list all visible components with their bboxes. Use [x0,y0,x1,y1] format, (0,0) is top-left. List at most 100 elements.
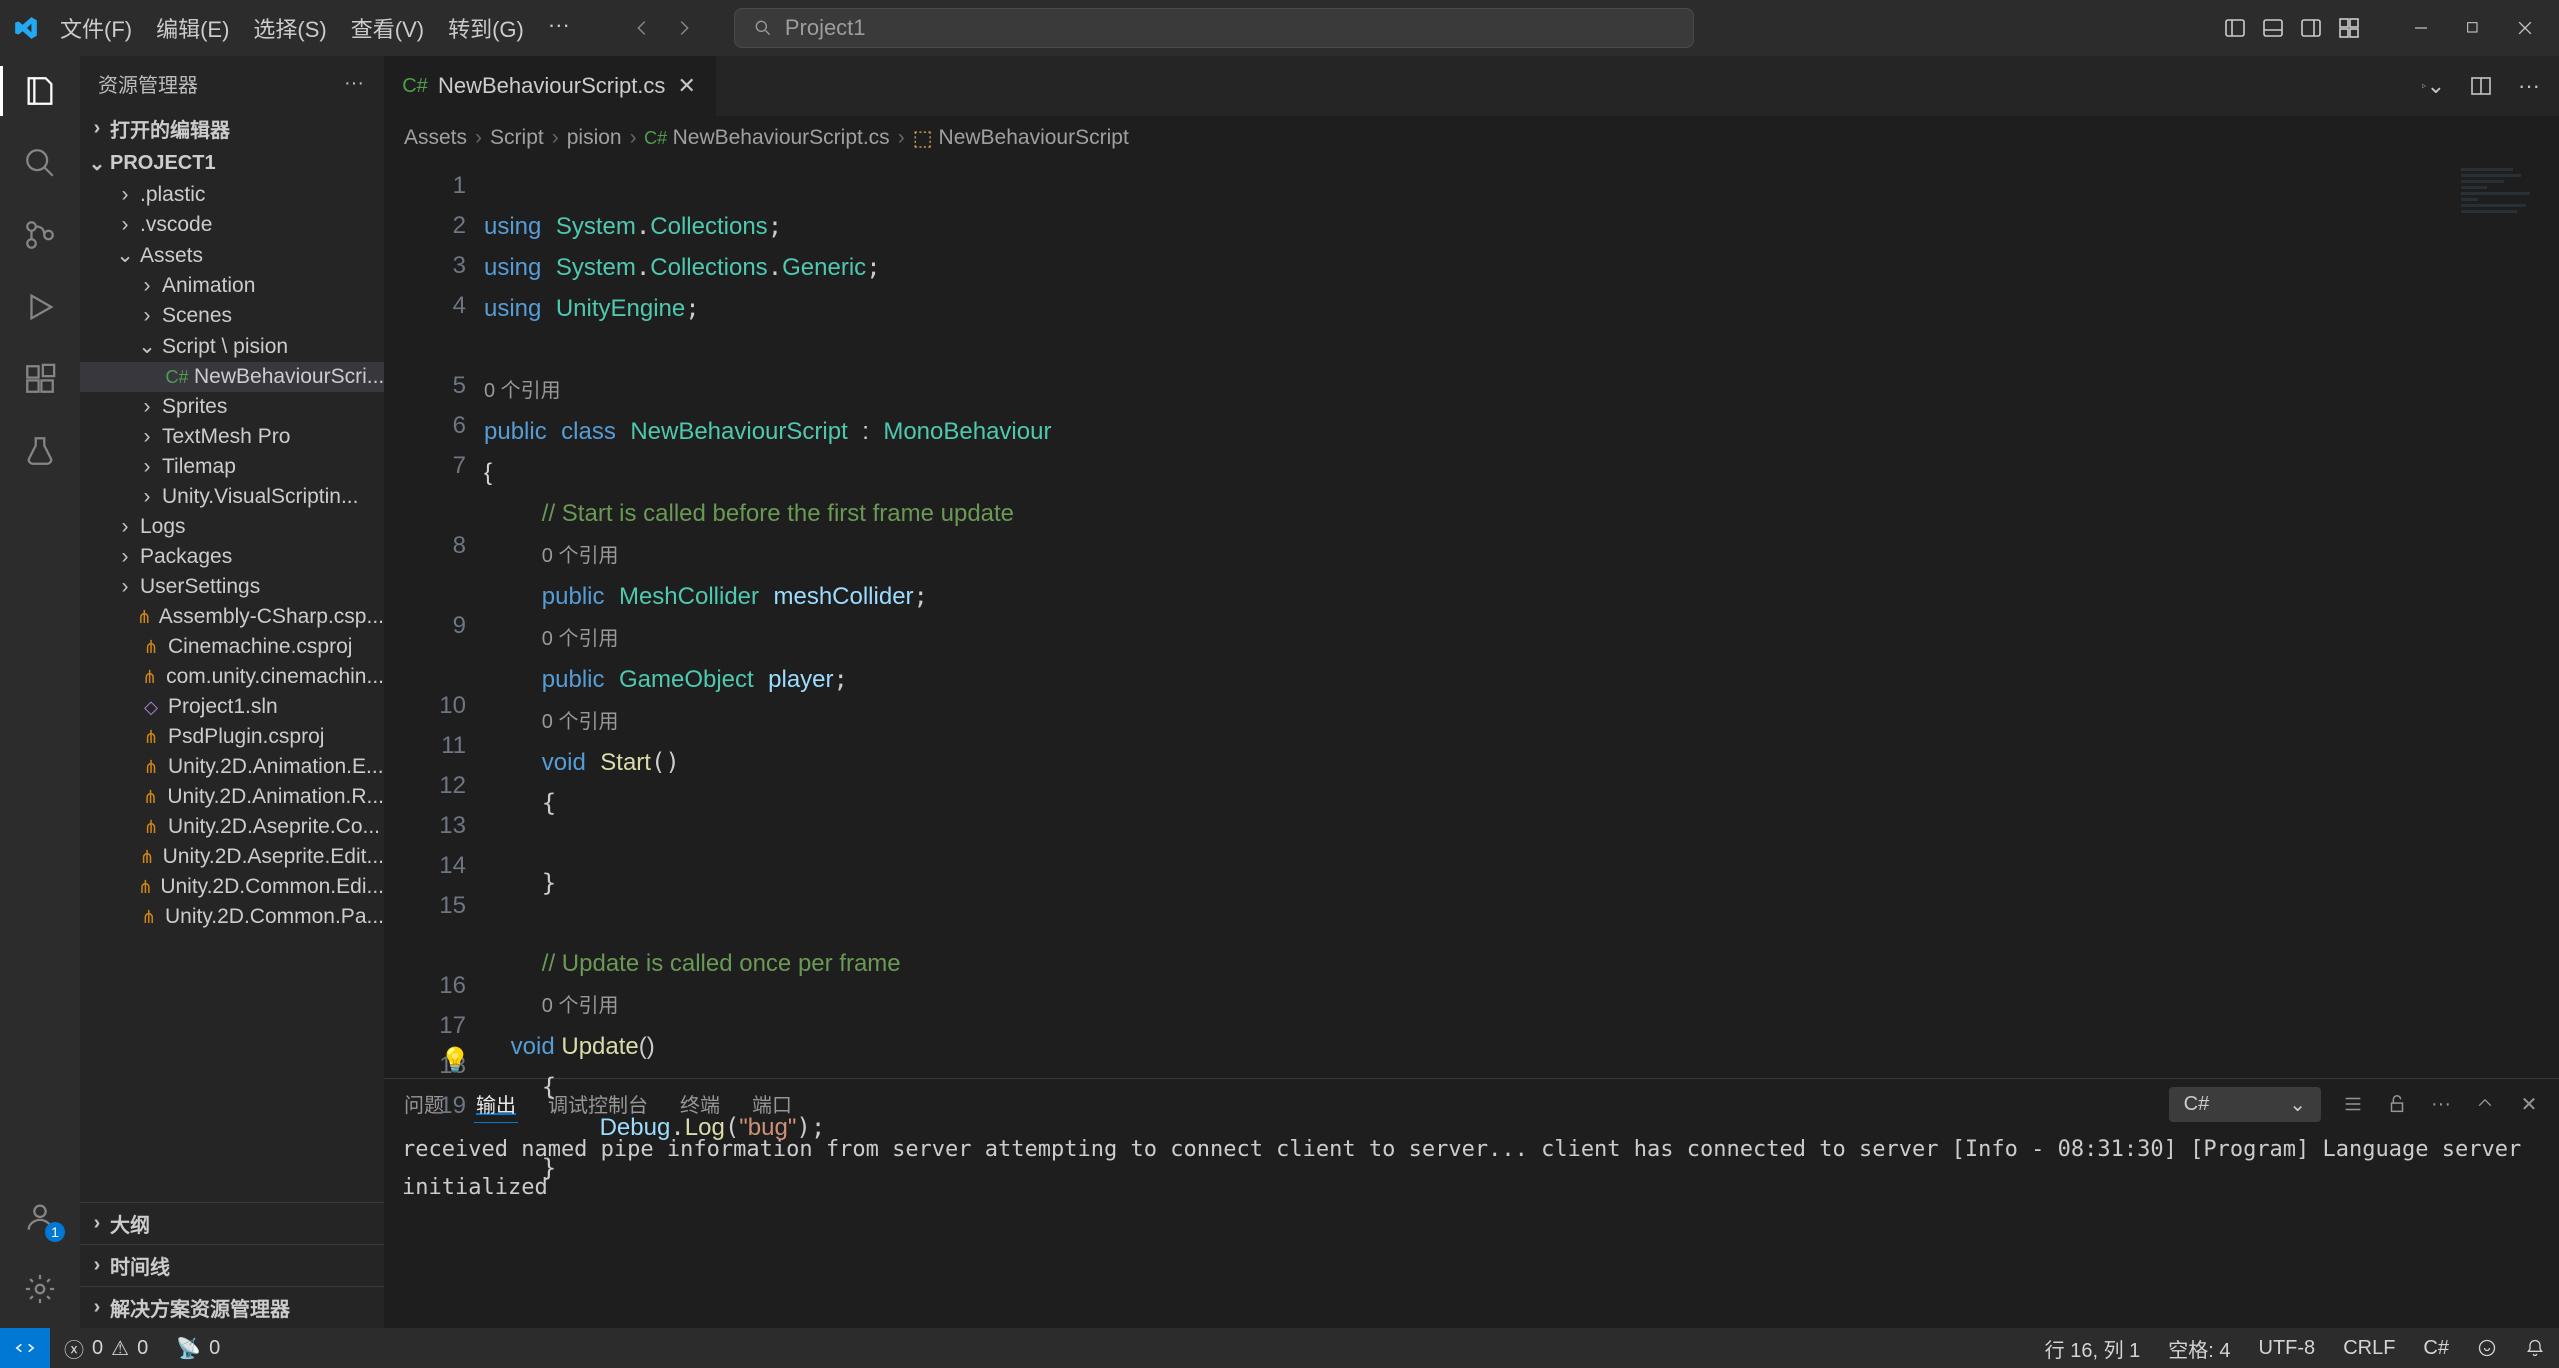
cursor-position[interactable]: 行 16, 列 1 [2031,1334,2155,1363]
list-icon[interactable] [2341,1092,2365,1116]
split-editor-icon[interactable] [2469,74,2493,98]
encoding-status[interactable]: UTF-8 [2245,1337,2330,1360]
tree-item[interactable]: ›Packages [80,542,384,572]
lock-scroll-icon[interactable] [2385,1092,2409,1116]
menu-item[interactable]: 选择(S) [241,6,338,50]
codelens[interactable]: 0 个引用 [542,628,619,650]
explorer-activity-icon[interactable] [19,70,61,112]
tree-item[interactable]: ›.plastic [80,180,384,210]
tree-item[interactable]: ⋔Unity.2D.Animation.R... [80,782,384,812]
breadcrumb-item[interactable]: ⬚NewBehaviourScript [913,126,1129,151]
editor-more-icon[interactable]: ··· [2517,74,2541,98]
tree-item[interactable]: ›TextMesh Pro [80,422,384,452]
sidebar-more-icon[interactable]: ··· [342,71,366,95]
tree-item[interactable]: ⋔Unity.2D.Common.Pa... [80,902,384,932]
warning-icon: ⚠ [111,1336,129,1361]
nav-back-icon[interactable] [630,16,654,40]
debug-activity-icon[interactable] [19,286,61,328]
editor-tab[interactable]: C# NewBehaviourScript.cs ✕ [384,56,717,116]
tree-item[interactable]: ›.vscode [80,210,384,240]
minimap[interactable] [2449,160,2559,1078]
breadcrumb-item[interactable]: Assets [404,126,467,150]
breadcrumb-item[interactable]: C#NewBehaviourScript.cs [645,126,890,150]
feedback-icon[interactable] [2463,1338,2511,1358]
eol-status[interactable]: CRLF [2329,1337,2409,1360]
maximize-panel-icon[interactable] [2473,1092,2497,1116]
breadcrumbs[interactable]: Assets›Script›pision›C#NewBehaviourScrip… [384,116,2559,160]
codelens[interactable]: 0 个引用 [542,711,619,733]
indentation-status[interactable]: 空格: 4 [2154,1334,2244,1363]
menu-item[interactable]: 文件(F) [48,6,144,50]
menu-item[interactable]: 转到(G) [436,6,536,50]
tree-item[interactable]: ›Logs [80,512,384,542]
customize-layout-icon[interactable] [2337,16,2361,40]
codelens[interactable]: 0 个引用 [542,545,619,567]
code-body[interactable]: using System.Collections; using System.C… [484,160,2449,1078]
tree-item[interactable]: ◇Project1.sln [80,692,384,722]
menu-item[interactable]: 查看(V) [339,6,436,50]
tree-item[interactable]: ⋔Assembly-CSharp.csp... [80,602,384,632]
tree-item[interactable]: ⋔Cinemachine.csproj [80,632,384,662]
tree-item[interactable]: ›Unity.VisualScriptin... [80,482,384,512]
tree-item[interactable]: ›Scenes [80,301,384,331]
menu-item[interactable]: 编辑(E) [144,6,241,50]
toggle-panel-icon[interactable] [2261,16,2285,40]
tree-item[interactable]: ⋔Unity.2D.Animation.E... [80,752,384,782]
search-activity-icon[interactable] [19,142,61,184]
tree-item[interactable]: ⌄Assets [80,240,384,271]
minimize-icon[interactable] [2409,16,2433,40]
accounts-activity-icon[interactable]: 1 [19,1196,61,1238]
close-icon[interactable] [2513,16,2537,40]
toggle-secondary-sidebar-icon[interactable] [2299,16,2323,40]
section-project[interactable]: ⌄ PROJECT1 [80,147,384,180]
section-label: 时间线 [110,1251,170,1280]
codelens[interactable]: 0 个引用 [542,995,619,1017]
output-channel-select[interactable]: C# ⌄ [2169,1087,2321,1122]
output-body[interactable]: received named pipe information from ser… [384,1129,2559,1328]
ports-status[interactable]: 📡0 [162,1336,234,1361]
section-timeline[interactable]: ›时间线 [80,1244,384,1286]
maximize-icon[interactable] [2461,16,2485,40]
tree-item[interactable]: ⋔Unity.2D.Aseprite.Co... [80,812,384,842]
settings-activity-icon[interactable] [19,1268,61,1310]
section-open-editors[interactable]: › 打开的编辑器 [80,110,384,147]
tree-item[interactable]: ›Sprites [80,392,384,422]
tree-item[interactable]: C#NewBehaviourScri... [80,362,384,392]
class-icon: ⬚ [913,126,933,151]
code-editor[interactable]: 1234 567 8 9 101112131415 16171819 using… [384,160,2559,1078]
testing-activity-icon[interactable] [19,430,61,472]
toggle-primary-sidebar-icon[interactable] [2223,16,2247,40]
tree-item[interactable]: ⋔com.unity.cinemachin... [80,662,384,692]
tree-item[interactable]: ›Animation [80,271,384,301]
nav-forward-icon[interactable] [672,16,696,40]
section-solution-explorer[interactable]: ›解决方案资源管理器 [80,1286,384,1328]
editor-actions: ⌄ ··· [2403,56,2559,116]
tree-item-label: Scenes [162,304,232,328]
tree-item[interactable]: ⋔Unity.2D.Common.Edi... [80,872,384,902]
lightbulb-icon[interactable]: 💡 [440,1041,470,1081]
status-bar: ⓧ0 ⚠0 📡0 行 16, 列 1 空格: 4 UTF-8 CRLF C# [0,1328,2559,1368]
run-debug-icon[interactable]: ⌄ [2421,74,2445,98]
extensions-activity-icon[interactable] [19,358,61,400]
panel-more-icon[interactable]: ··· [2429,1092,2453,1116]
notifications-icon[interactable] [2511,1338,2559,1358]
remote-indicator[interactable] [0,1328,50,1368]
tree-item[interactable]: ›UserSettings [80,572,384,602]
close-panel-icon[interactable]: ✕ [2517,1092,2541,1116]
tree-item[interactable]: ⋔Unity.2D.Aseprite.Edit... [80,842,384,872]
breadcrumb-item[interactable]: pision [567,126,622,150]
problems-status[interactable]: ⓧ0 ⚠0 [50,1334,162,1363]
breadcrumb-item[interactable]: Script [490,126,544,150]
tree-item[interactable]: ⌄Script \ pision [80,331,384,362]
command-center[interactable]: Project1 [734,8,1694,48]
tab-close-icon[interactable]: ✕ [677,73,695,99]
menu-item[interactable]: ··· [536,6,582,50]
scm-activity-icon[interactable] [19,214,61,256]
search-icon [751,16,775,40]
codelens[interactable]: 0 个引用 [484,380,561,402]
tree-item[interactable]: ⋔PsdPlugin.csproj [80,722,384,752]
section-outline[interactable]: ›大纲 [80,1202,384,1244]
nav-arrows [630,16,696,40]
tree-item[interactable]: ›Tilemap [80,452,384,482]
language-mode[interactable]: C# [2409,1337,2463,1360]
